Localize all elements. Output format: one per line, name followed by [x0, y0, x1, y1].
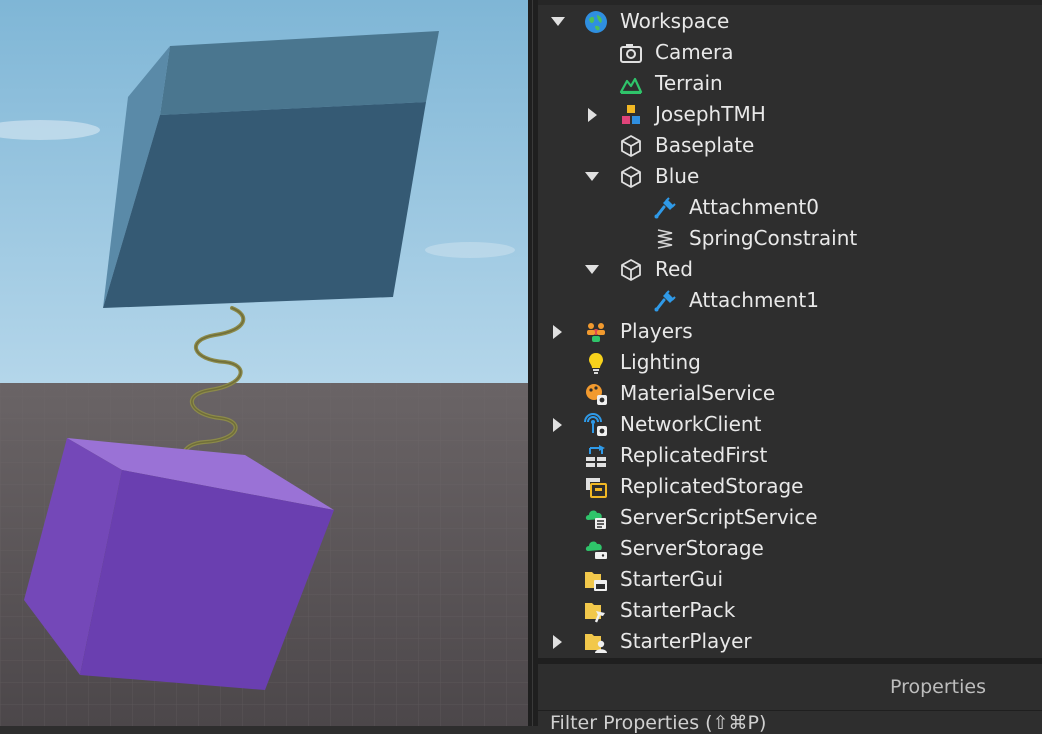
tree-item-workspace[interactable]: Workspace — [538, 6, 1042, 37]
collapse-arrow-icon[interactable] — [550, 409, 566, 440]
tree-item-replicatedstorage[interactable]: ReplicatedStorage — [538, 471, 1042, 502]
tree-item-terrain[interactable]: Terrain — [538, 68, 1042, 99]
replicated-first-icon — [584, 444, 608, 468]
workspace-globe-icon — [584, 10, 608, 34]
tree-item-serverstorage[interactable]: ServerStorage — [538, 533, 1042, 564]
tree-item-josephtmh[interactable]: JosephTMH — [538, 99, 1042, 130]
expand-arrow-icon[interactable] — [584, 161, 600, 192]
tree-item-materialservice[interactable]: MaterialService — [538, 378, 1042, 409]
attachment-plug-icon — [653, 289, 677, 313]
tree-item-serverscriptservice[interactable]: ServerScriptService — [538, 502, 1042, 533]
tree-item-label: Lighting — [620, 350, 701, 374]
tree-item-label: StarterGui — [620, 567, 724, 591]
tree-item-label: ReplicatedFirst — [620, 443, 768, 467]
tree-item-attachment1[interactable]: Attachment1 — [538, 285, 1042, 316]
tree-item-replicatedfirst[interactable]: ReplicatedFirst — [538, 440, 1042, 471]
camera-icon — [619, 41, 643, 65]
tree-item-label: Workspace — [620, 9, 730, 33]
3d-viewport[interactable] — [0, 0, 528, 726]
tree-item-label: ReplicatedStorage — [620, 474, 804, 498]
filter-properties-input[interactable]: Filter Properties (⇧⌘P) — [550, 712, 766, 734]
collapse-arrow-icon[interactable] — [550, 316, 566, 347]
server-storage-icon — [584, 537, 608, 561]
tree-item-baseplate[interactable]: Baseplate — [538, 130, 1042, 161]
starter-gui-icon — [584, 568, 608, 592]
tree-item-lighting[interactable]: Lighting — [538, 347, 1042, 378]
tree-item-label: MaterialService — [620, 381, 776, 405]
tree-item-label: JosephTMH — [655, 102, 766, 126]
properties-title: Properties — [889, 676, 986, 698]
tree-item-starterpack[interactable]: StarterPack — [538, 595, 1042, 626]
collapse-arrow-icon[interactable] — [585, 99, 601, 130]
explorer-header-edge — [538, 0, 1042, 5]
tree-item-label: NetworkClient — [620, 412, 762, 436]
tree-item-attachment0[interactable]: Attachment0 — [538, 192, 1042, 223]
panel-splitter[interactable] — [528, 0, 538, 726]
part-cube-icon — [619, 165, 643, 189]
tree-item-springconstraint[interactable]: SpringConstraint — [538, 223, 1042, 254]
tree-item-label: Attachment1 — [689, 288, 819, 312]
tree-item-label: Blue — [655, 164, 700, 188]
starter-pack-icon — [584, 599, 608, 623]
server-script-service-icon — [584, 506, 608, 530]
tree-item-label: StarterPack — [620, 598, 736, 622]
network-client-icon — [584, 413, 608, 437]
players-icon — [584, 320, 608, 344]
spring-icon — [653, 227, 677, 251]
tree-item-label: Terrain — [655, 71, 723, 95]
viewport-scene — [0, 0, 528, 726]
tree-item-startergui[interactable]: StarterGui — [538, 564, 1042, 595]
expand-arrow-icon[interactable] — [550, 6, 566, 37]
tree-item-label: ServerStorage — [620, 536, 764, 560]
part-cube-icon — [619, 258, 643, 282]
tree-item-label: Camera — [655, 40, 734, 64]
tree-item-label: Baseplate — [655, 133, 755, 157]
blue-part[interactable] — [103, 31, 439, 308]
starter-player-icon — [584, 630, 608, 654]
tree-item-label: Attachment0 — [689, 195, 819, 219]
attachment-plug-icon — [653, 196, 677, 220]
cloud — [425, 242, 515, 258]
model-blocks-icon — [619, 103, 643, 127]
tree-item-label: ServerScriptService — [620, 505, 818, 529]
terrain-icon — [619, 72, 643, 96]
tree-item-camera[interactable]: Camera — [538, 37, 1042, 68]
tree-item-blue[interactable]: Blue — [538, 161, 1042, 192]
collapse-arrow-icon[interactable] — [550, 626, 566, 657]
part-cube-icon — [619, 134, 643, 158]
tree-item-players[interactable]: Players — [538, 316, 1042, 347]
explorer-panel: Workspace Camera Terrain JosephTMH Basep… — [538, 0, 1042, 658]
tree-item-label: Red — [655, 257, 693, 281]
tree-item-label: SpringConstraint — [689, 226, 858, 250]
tree-item-starterplayer[interactable]: StarterPlayer — [538, 626, 1042, 657]
tree-item-label: StarterPlayer — [620, 629, 752, 653]
replicated-storage-icon — [584, 475, 608, 499]
material-service-icon — [584, 382, 608, 406]
expand-arrow-icon[interactable] — [584, 254, 600, 285]
properties-header[interactable]: Properties — [538, 664, 1042, 711]
tree-item-red[interactable]: Red — [538, 254, 1042, 285]
properties-panel: Properties Filter Properties (⇧⌘P) — [538, 664, 1042, 734]
lightbulb-icon — [584, 351, 608, 375]
tree-item-networkclient[interactable]: NetworkClient — [538, 409, 1042, 440]
tree-item-label: Players — [620, 319, 693, 343]
